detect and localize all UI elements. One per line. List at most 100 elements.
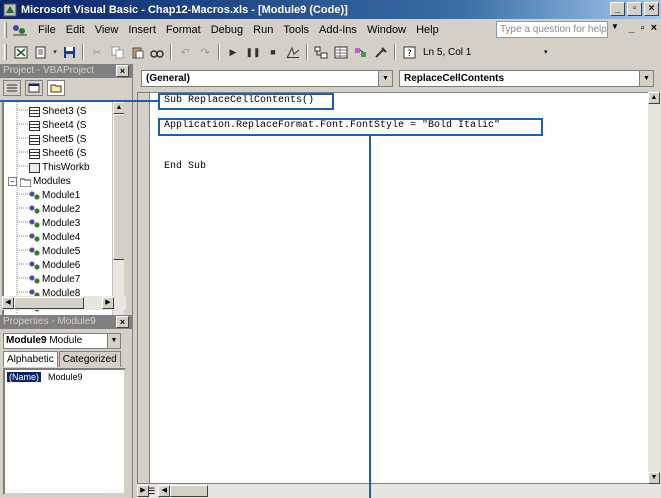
save-icon[interactable] xyxy=(59,43,79,61)
scroll-up-icon[interactable]: ▲ xyxy=(648,92,660,104)
mdi-minimize-icon[interactable]: _ xyxy=(629,22,635,34)
scroll-left-icon[interactable]: ◀ xyxy=(2,297,14,309)
property-name[interactable]: (Name) xyxy=(7,372,42,382)
menu-grip[interactable] xyxy=(4,21,7,38)
margin-indicator-bar[interactable] xyxy=(138,93,150,483)
module-icon xyxy=(29,260,40,271)
toolbox-icon[interactable] xyxy=(371,43,391,61)
code-window-icon[interactable] xyxy=(11,22,29,38)
properties-window-icon[interactable] xyxy=(331,43,351,61)
tree-item-module3[interactable]: Module3 xyxy=(29,217,80,230)
paste-icon[interactable] xyxy=(127,43,147,61)
view-object-icon[interactable] xyxy=(25,80,43,96)
properties-close-button[interactable]: × xyxy=(116,316,129,328)
scroll-down-icon[interactable]: ▼ xyxy=(648,472,660,484)
scroll-right-icon[interactable]: ▶ xyxy=(102,297,114,309)
tree-item-module7[interactable]: Module7 xyxy=(29,273,80,286)
minimize-button[interactable]: _ xyxy=(610,2,625,16)
menu-debug[interactable]: Debug xyxy=(206,24,248,36)
chevron-down-icon[interactable]: ▼ xyxy=(639,71,653,86)
window-title: Microsoft Visual Basic - Chap12-Macros.x… xyxy=(21,3,348,16)
menu-help[interactable]: Help xyxy=(411,24,444,36)
callout-box-statement xyxy=(158,118,543,136)
help-dropdown-icon[interactable]: ▼ xyxy=(611,22,619,31)
code-editor[interactable]: Sub ReplaceCellContents() Application.Re… xyxy=(137,92,649,484)
tree-item-modules-folder[interactable]: − Modules xyxy=(8,175,71,188)
object-combo[interactable]: (General) ▼ xyxy=(141,70,393,87)
tree-item-sheet3[interactable]: Sheet3 (S xyxy=(29,105,86,118)
copy-icon[interactable] xyxy=(107,43,127,61)
design-mode-icon[interactable] xyxy=(283,43,303,61)
chevron-down-icon[interactable]: ▼ xyxy=(107,334,120,348)
tab-alphabetic[interactable]: Alphabetic xyxy=(3,351,58,367)
view-excel-icon[interactable] xyxy=(11,43,31,61)
menu-run[interactable]: Run xyxy=(248,24,278,36)
scroll-left-icon[interactable]: ◀ xyxy=(158,485,171,497)
insert-dropdown-icon[interactable]: ▾ xyxy=(51,43,59,61)
chevron-down-icon[interactable]: ▼ xyxy=(378,71,392,86)
tree-item-sheet5[interactable]: Sheet5 (S xyxy=(29,133,86,146)
toggle-folders-icon[interactable] xyxy=(47,80,65,96)
code-vertical-scrollbar[interactable]: ▲ ▼ xyxy=(648,92,661,484)
callout-leader-down xyxy=(369,136,371,498)
object-browser-icon[interactable] xyxy=(351,43,371,61)
tree-item-module4[interactable]: Module4 xyxy=(29,231,80,244)
project-vertical-scrollbar[interactable]: ▲ ▼ xyxy=(112,102,124,328)
menu-tools[interactable]: Tools xyxy=(278,24,314,36)
sheet-icon xyxy=(29,106,40,117)
menu-view[interactable]: View xyxy=(90,24,124,36)
project-close-button[interactable]: × xyxy=(116,65,129,77)
code-horizontal-scrollbar[interactable]: ≡ ☰ ◀ ▶ xyxy=(137,484,661,498)
reset-icon[interactable]: ■ xyxy=(263,43,283,61)
menu-file[interactable]: File xyxy=(33,24,61,36)
object-select[interactable]: Module9 Module ▼ xyxy=(3,333,121,349)
hscroll-thumb[interactable] xyxy=(14,297,84,309)
undo-icon[interactable]: ↶ xyxy=(175,43,195,61)
find-icon[interactable] xyxy=(147,43,167,61)
sheet-icon xyxy=(29,120,40,131)
tree-item-sheet4[interactable]: Sheet4 (S xyxy=(29,119,86,132)
tree-item-sheet6[interactable]: Sheet6 (S xyxy=(29,147,86,160)
property-value[interactable]: Module9 xyxy=(48,372,83,382)
scroll-thumb[interactable] xyxy=(113,114,124,260)
help-search-input[interactable]: Type a question for help xyxy=(496,21,608,38)
menu-edit[interactable]: Edit xyxy=(61,24,90,36)
redo-icon[interactable]: ↷ xyxy=(195,43,215,61)
mdi-close-icon[interactable]: × xyxy=(651,22,657,34)
module-icon xyxy=(29,274,40,285)
project-explorer-icon[interactable] xyxy=(311,43,331,61)
mdi-restore-icon[interactable]: ▫ xyxy=(641,22,645,34)
code-line-end-sub[interactable]: End Sub xyxy=(164,161,206,172)
menu-bar: File Edit View Insert Format Debug Run T… xyxy=(0,19,661,40)
tree-item-module2[interactable]: Module2 xyxy=(29,203,80,216)
help-icon[interactable]: ? xyxy=(399,43,419,61)
restore-button[interactable]: ▫ xyxy=(627,2,642,16)
tree-item-thisworkbook[interactable]: ThisWorkb xyxy=(29,161,90,174)
scroll-right-icon[interactable]: ▶ xyxy=(137,485,149,497)
view-code-icon[interactable] xyxy=(3,80,21,96)
toolbar-options-icon[interactable]: ▾ xyxy=(544,48,548,56)
tab-categorized[interactable]: Categorized xyxy=(58,351,121,367)
scroll-up-icon[interactable]: ▲ xyxy=(113,102,124,114)
menu-addins[interactable]: Add-Ins xyxy=(314,24,362,36)
toolbar-grip[interactable] xyxy=(4,44,7,60)
tree-item-module5[interactable]: Module5 xyxy=(29,245,80,258)
collapse-icon[interactable]: − xyxy=(8,177,17,186)
menu-insert[interactable]: Insert xyxy=(123,24,161,36)
folder-icon xyxy=(20,178,31,187)
run-icon[interactable]: ▶ xyxy=(223,43,243,61)
menu-window[interactable]: Window xyxy=(362,24,411,36)
procedure-combo[interactable]: ReplaceCellContents ▼ xyxy=(399,70,654,87)
hscroll-thumb[interactable] xyxy=(170,485,209,497)
insert-module-icon[interactable] xyxy=(31,43,51,61)
properties-pane-title: Properties - Module9 × xyxy=(0,315,132,329)
tree-item-module6[interactable]: Module6 xyxy=(29,259,80,272)
cursor-position: Ln 5, Col 1 xyxy=(423,46,472,58)
break-icon[interactable]: ❚❚ xyxy=(243,43,263,61)
close-button[interactable]: × xyxy=(644,2,659,16)
menu-format[interactable]: Format xyxy=(161,24,206,36)
project-horizontal-scrollbar[interactable]: ◀ ▶ xyxy=(2,296,126,310)
module-icon xyxy=(29,204,40,215)
cut-icon[interactable]: ✂ xyxy=(87,43,107,61)
tree-item-module1[interactable]: Module1 xyxy=(29,189,80,202)
